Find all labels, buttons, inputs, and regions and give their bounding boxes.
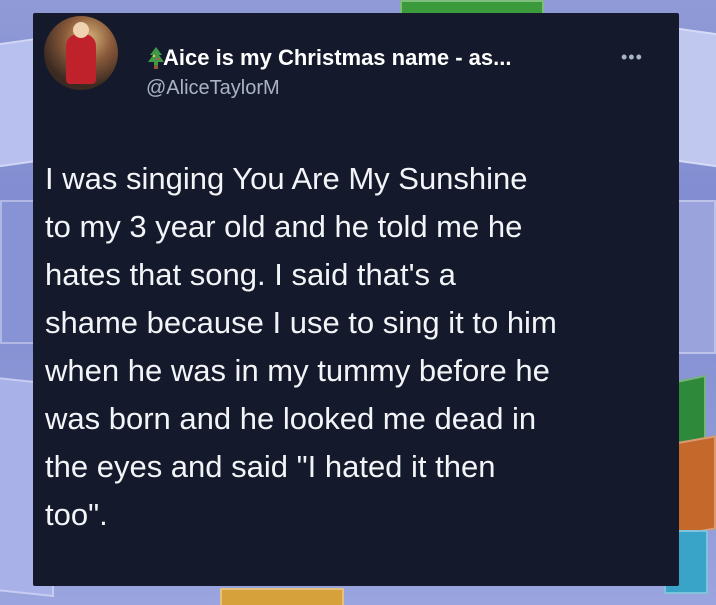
more-options-icon[interactable]: •••: [621, 47, 643, 68]
tweet-text: I was singing You Are My Sunshine to my …: [45, 161, 557, 532]
avatar-figure: [66, 34, 96, 84]
background-block: [220, 588, 344, 605]
avatar[interactable]: [44, 16, 118, 90]
tweet-card: Aice is my Christmas name - as... @Alice…: [33, 13, 679, 586]
display-name[interactable]: Aice is my Christmas name - as...: [163, 45, 512, 71]
user-handle[interactable]: @AliceTaylorM: [146, 77, 280, 100]
christmas-tree-icon: [148, 47, 164, 69]
avatar-head: [73, 22, 89, 38]
